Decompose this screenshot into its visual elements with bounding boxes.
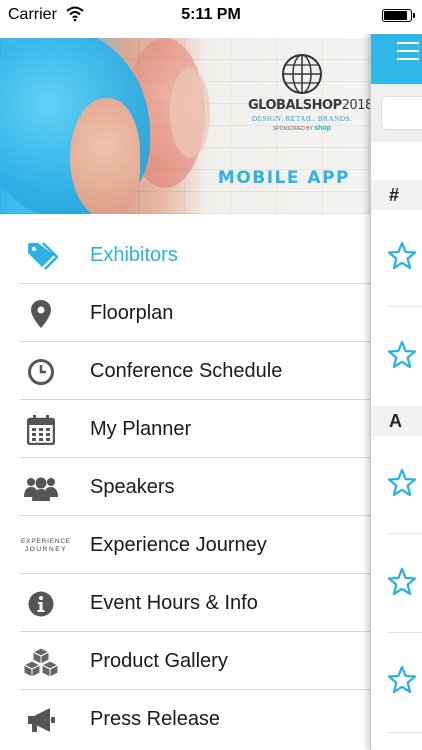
favorite-star-icon[interactable] <box>387 468 417 498</box>
section-header-a: A <box>371 406 422 436</box>
bullhorn-icon <box>22 704 60 736</box>
menu-item-speakers[interactable]: Speakers <box>0 458 370 516</box>
battery-icon <box>382 9 415 22</box>
info-circle-icon <box>22 588 60 620</box>
experience-journey-logo: EXPERIENCE JOURNEY <box>18 530 74 562</box>
menu-item-label: Event Hours & Info <box>90 592 258 614</box>
menu-item-event-hours-info[interactable]: Event Hours & Info <box>0 574 370 632</box>
hero-banner: GLOBALSHOP2018 DESIGN. RETAIL. BRANDS. S… <box>0 38 370 214</box>
menu-item-label: Press Release <box>90 708 221 730</box>
favorite-star-icon[interactable] <box>387 567 417 597</box>
list-divider <box>387 632 422 633</box>
hamburger-menu-icon[interactable] <box>397 42 419 60</box>
section-header-hash: # <box>371 180 422 210</box>
list-divider <box>387 306 422 307</box>
status-bar: Carrier 5:11 PM <box>0 0 422 34</box>
mobile-app-title: MOBILE APP <box>217 168 350 188</box>
globalshop-logo: GLOBALSHOP2018 DESIGN. RETAIL. BRANDS. S… <box>248 52 370 132</box>
menu-item-product-gallery[interactable]: Product Gallery <box>0 632 370 690</box>
exhibitors-list-panel[interactable]: # A <box>370 0 422 750</box>
clock-icon <box>22 356 60 388</box>
brand-year: 2018 <box>341 98 370 113</box>
menu-item-exhibitors[interactable]: Exhibitors <box>0 226 370 284</box>
menu-item-press-release[interactable]: Press Release <box>0 690 370 748</box>
brand-name: GLOBALSHOP <box>248 98 342 113</box>
tags-icon <box>22 240 60 272</box>
cubes-icon <box>22 646 60 678</box>
list-divider <box>387 533 422 534</box>
experience-journey-logo-bottom: JOURNEY <box>24 546 68 553</box>
sponsor-name: shop <box>314 125 332 132</box>
globe-icon <box>282 54 322 94</box>
search-input[interactable] <box>381 96 422 130</box>
side-menu: Exhibitors Floorplan Conference Schedule <box>0 226 370 748</box>
users-icon <box>22 472 60 504</box>
clock-time: 5:11 PM <box>181 6 241 23</box>
map-marker-icon <box>22 298 60 330</box>
menu-item-label: My Planner <box>90 418 192 440</box>
experience-journey-logo-top: EXPERIENCE <box>21 538 71 545</box>
favorite-star-icon[interactable] <box>387 665 417 695</box>
menu-item-label: Product Gallery <box>90 650 228 672</box>
menu-item-my-planner[interactable]: My Planner <box>0 400 370 458</box>
brand-tagline: DESIGN. RETAIL. BRANDS. <box>251 114 353 123</box>
calendar-icon <box>22 414 60 446</box>
favorite-star-icon[interactable] <box>387 241 417 271</box>
menu-item-conference-schedule[interactable]: Conference Schedule <box>0 342 370 400</box>
favorite-star-icon[interactable] <box>387 340 417 370</box>
menu-item-label: Conference Schedule <box>90 360 283 382</box>
menu-item-label: Speakers <box>90 476 175 498</box>
menu-item-label: Experience Journey <box>90 534 267 556</box>
menu-item-experience-journey[interactable]: EXPERIENCE JOURNEY Experience Journey <box>0 516 370 574</box>
menu-item-label: Floorplan <box>90 302 174 324</box>
list-divider <box>387 732 422 733</box>
menu-item-label: Exhibitors <box>90 244 178 266</box>
sponsor-prefix: SPONSORED BY <box>272 126 313 132</box>
menu-item-floorplan[interactable]: Floorplan <box>0 284 370 342</box>
